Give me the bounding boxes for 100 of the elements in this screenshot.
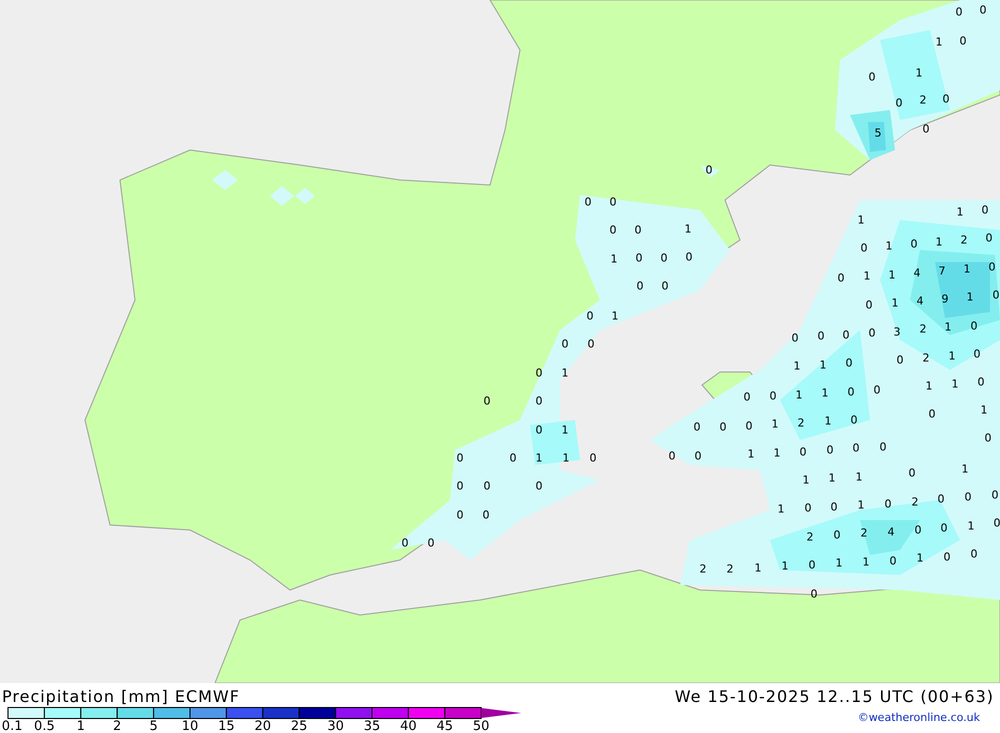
precipitation-value: 0 [974,348,980,360]
legend-tick-label: 25 [290,719,308,733]
precipitation-value: 0 [402,536,408,550]
precipitation-value: 0 [482,508,490,522]
precipitation-value: 1 [836,556,842,570]
legend-tick-label: 45 [436,719,454,733]
precipitation-value: 1 [858,214,864,226]
precipitation-value: 0 [484,480,490,492]
precipitation-value: 0 [880,440,886,454]
precipitation-value: 0 [536,424,542,436]
precipitation-value: 1 [562,424,568,436]
precipitation-value: 1 [536,452,542,464]
precipitation-value: 0 [818,330,824,342]
legend-tick-label: 20 [254,719,272,733]
precipitation-value: 1 [956,206,964,218]
precipitation-value: 2 [798,416,804,430]
precipitation-value: 1 [684,222,692,236]
precipitation-value: 0 [562,338,568,350]
precipitation-value: 0 [896,354,904,366]
precipitation-value: 0 [992,488,998,502]
precipitation-value: 1 [968,520,974,532]
precipitation-value: 1 [886,240,892,252]
precipitation-value: 0 [866,298,872,312]
precipitation-value: 0 [874,384,880,396]
precipitation-value: 0 [636,252,642,264]
precipitation-value: 2 [700,562,706,576]
precipitation-value: 2 [922,352,930,364]
precipitation-value: 2 [806,530,814,544]
legend-tick-label: 15 [218,719,235,733]
precipitation-value: 0 [456,452,464,464]
precipitation-value: 1 [748,448,754,460]
precipitation-value: 0 [986,232,992,244]
precipitation-value: 1 [778,502,784,516]
precipitation-value: 1 [612,310,618,322]
precipitation-value: 0 [928,408,936,420]
precipitation-value: 0 [536,480,542,492]
legend-tick-label: 35 [364,719,380,733]
precipitation-value: 2 [920,322,926,336]
precipitation-value: 5 [874,126,882,140]
legend-tick-label: 5 [149,719,158,733]
credit-link[interactable]: ©weatheronline.co.uk [858,711,980,724]
precipitation-value: 0 [744,390,750,404]
precipitation-value: 0 [686,250,692,264]
precipitation-value: 1 [782,560,788,572]
precipitation-value: 1 [774,446,780,460]
legend-tick-label: 40 [400,719,417,733]
precipitation-value: 0 [810,588,818,600]
precipitation-value: 2 [912,496,918,508]
precipitation-value: 0 [982,204,988,216]
precipitation-value: 1 [820,358,826,372]
precipitation-value: 1 [952,378,958,390]
precipitation-value: 1 [980,404,988,416]
precipitation-value: 0 [830,500,838,514]
precipitation-value: 0 [584,196,592,208]
precipitation-value: 0 [660,252,668,264]
precipitation-value: 0 [668,450,676,462]
precipitation-value: 1 [856,470,862,484]
precipitation-value: 4 [888,526,894,538]
precipitation-value: 1 [858,498,864,512]
precipitation-value: 0 [636,280,644,292]
precipitation-value: 7 [938,264,946,278]
precipitation-value: 0 [808,558,816,572]
precipitation-value: 0 [428,536,434,550]
precipitation-value: 2 [860,526,868,540]
precipitation-value: 1 [772,418,778,430]
precipitation-value: 1 [822,386,828,400]
precipitation-value: 0 [850,414,858,426]
precipitation-value: 1 [916,66,922,80]
precipitation-value: 0 [890,554,896,568]
precipitation-value: 1 [966,290,974,304]
legend-tick-label: 30 [327,719,344,733]
precipitation-value: 0 [956,6,962,18]
precipitation-value: 0 [746,420,752,432]
precipitation-value: 0 [868,70,876,84]
precipitation-value: 2 [920,94,926,106]
legend-tick-label: 50 [472,719,490,733]
precipitation-value: 0 [992,288,1000,302]
precipitation-value: 0 [964,490,972,504]
precipitation-value: 0 [536,394,542,408]
precipitation-value: 4 [914,266,920,280]
precipitation-value: 0 [942,92,950,106]
precipitation-value: 0 [908,466,916,480]
precipitation-value: 1 [916,552,924,564]
precipitation-value: 0 [852,442,860,454]
precipitation-value: 0 [988,260,996,274]
legend-tick-label: 1 [76,719,85,733]
precipitation-value: 0 [792,332,798,344]
precipitation-value: 0 [984,432,992,444]
precipitation-value: 1 [754,562,762,574]
precipitation-value: 1 [864,270,870,282]
precipitation-value: 1 [802,474,810,486]
precipitation-value: 0 [838,272,844,284]
precipitation-value: 1 [936,36,942,48]
precipitation-value: 0 [884,498,892,510]
precipitation-value: 1 [796,388,802,402]
legend-tick-label: 2 [113,719,122,733]
precipitation-value: 1 [828,472,836,484]
precipitation-value: 0 [860,242,868,254]
precipitation-value: 0 [510,452,516,464]
precipitation-value: 0 [610,224,616,236]
